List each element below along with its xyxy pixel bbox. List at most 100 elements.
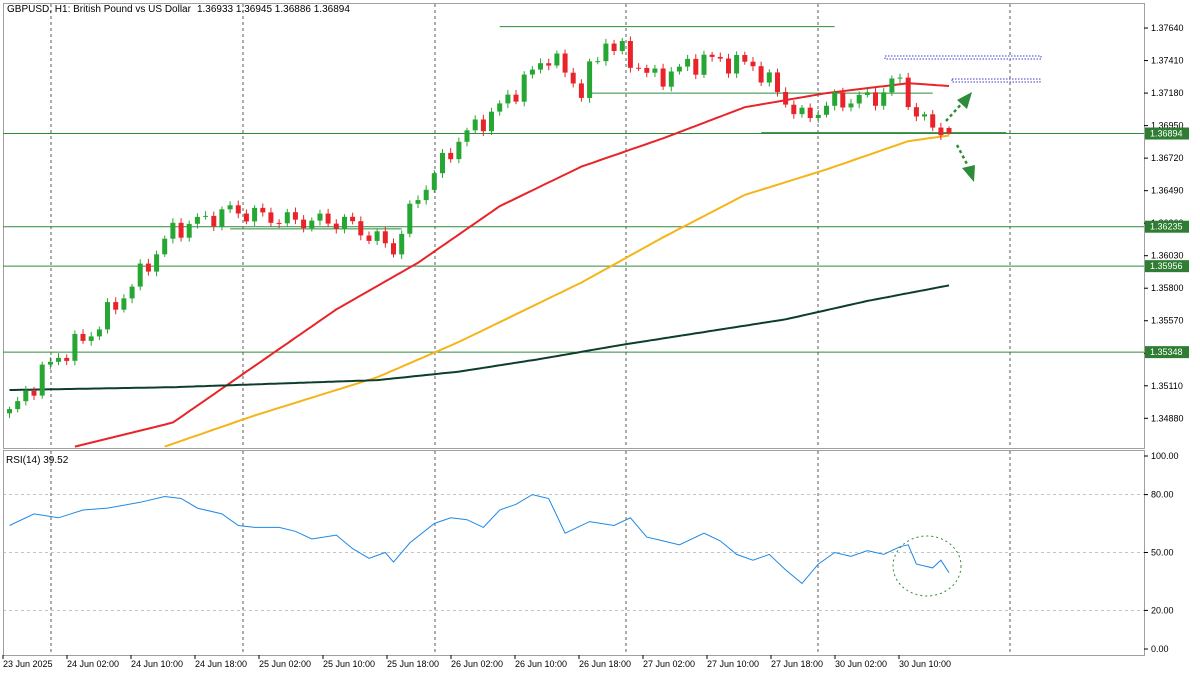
price-tick-label: 1.37640 <box>1151 23 1184 33</box>
candle-body <box>840 92 846 108</box>
candle-body <box>913 107 919 117</box>
chart-header-symbol: GBPUSD, H1: British Pound vs US Dollar 1.… <box>7 4 350 15</box>
candle-body <box>350 216 356 222</box>
candle-body <box>374 231 380 241</box>
candle-body <box>758 66 764 83</box>
candle-body <box>211 215 217 227</box>
candle-body <box>627 41 633 68</box>
candle-body <box>276 222 282 224</box>
time-tick-label: 24 Jun 18:00 <box>195 659 247 669</box>
candle-body <box>431 173 437 190</box>
rsi-tick-label: 20.00 <box>1151 605 1174 615</box>
candle-body <box>775 72 780 93</box>
candle-body <box>881 92 887 106</box>
candle-body <box>864 92 870 95</box>
candle-body <box>685 58 691 67</box>
rsi-axis: 100.00 80.00 50.00 20.00 0.00 <box>1144 451 1179 654</box>
candle-body <box>595 61 601 63</box>
candle-body <box>227 205 233 210</box>
candle-body <box>31 390 37 396</box>
candle-body <box>96 329 102 337</box>
candle-body <box>497 103 503 112</box>
candle-body <box>15 401 21 410</box>
candle-body <box>693 58 699 75</box>
time-tick-label: 30 Jun 02:00 <box>835 659 887 669</box>
time-tick-label: 27 Jun 02:00 <box>643 659 695 669</box>
candle-body <box>113 302 119 310</box>
rsi-tick-label: 100.00 <box>1151 451 1179 461</box>
time-tick-label: 26 Jun 18:00 <box>579 659 631 669</box>
candle-body <box>676 66 682 72</box>
candle-body <box>815 114 821 118</box>
candle-body <box>366 235 372 241</box>
price-tag-label: 1.36894 <box>1150 129 1183 139</box>
candle-body <box>47 361 53 365</box>
candle-body <box>742 55 748 62</box>
candle-body <box>423 189 429 201</box>
candle-body <box>726 58 731 74</box>
rsi-panel-frame <box>3 450 1145 656</box>
candle-body <box>889 78 895 93</box>
candle-body <box>268 212 274 223</box>
candle-body <box>72 334 78 361</box>
candle-body <box>824 105 829 115</box>
candle-body <box>170 222 176 239</box>
candle-body <box>464 130 470 142</box>
candle-body <box>538 63 543 70</box>
candle-body <box>162 238 168 255</box>
candle-body <box>480 119 486 132</box>
candle-body <box>186 223 192 238</box>
price-tick-label: 1.35800 <box>1151 283 1184 293</box>
candle-body <box>333 223 339 229</box>
candle-body <box>873 92 878 106</box>
candle-body <box>619 41 625 51</box>
time-tick-label: 24 Jun 02:00 <box>67 659 119 669</box>
candle-body <box>652 68 658 73</box>
resistance-zone-upper[interactable] <box>884 55 1042 60</box>
candle-body <box>807 107 813 118</box>
candle-body <box>301 219 307 229</box>
candle-body <box>121 298 127 310</box>
candle-body <box>358 221 364 236</box>
candle-body <box>317 213 323 221</box>
candle-body <box>766 72 772 83</box>
candle-body <box>88 336 94 341</box>
candle-body <box>717 56 723 59</box>
price-chart[interactable]: 1.376401.374101.371801.369501.367201.364… <box>0 0 1200 675</box>
price-tag-label: 1.36235 <box>1150 222 1183 232</box>
resistance-zone-lower[interactable] <box>951 78 1041 83</box>
candle-body <box>644 68 650 73</box>
candle-body <box>734 55 740 74</box>
candle-body <box>922 114 927 117</box>
candle-body <box>235 205 241 214</box>
candle-body <box>448 152 454 160</box>
candle-body <box>399 233 405 255</box>
candle-body <box>391 243 396 255</box>
candle-body <box>521 74 527 102</box>
candle-body <box>137 263 143 287</box>
candle-body <box>709 54 715 57</box>
candle-body <box>905 77 911 108</box>
candle-body <box>178 222 184 238</box>
candle-body <box>562 53 568 73</box>
price-tag-label: 1.35348 <box>1150 347 1183 357</box>
candle-body <box>440 152 445 174</box>
candle-body <box>129 286 135 299</box>
price-tick-label: 1.35570 <box>1151 316 1184 326</box>
candle-body <box>203 215 209 217</box>
candle-body <box>56 357 61 362</box>
candle-body <box>660 68 666 87</box>
candle-body <box>219 209 225 227</box>
candle-body <box>783 92 789 105</box>
candle-body <box>456 141 462 160</box>
candle-body <box>938 127 944 136</box>
candle-body <box>154 254 160 272</box>
time-tick-label: 23 Jun 2025 <box>3 659 53 669</box>
candle-body <box>587 61 593 98</box>
candle-body <box>284 212 290 224</box>
rsi-header-label: RSI(14) 39.52 <box>6 455 69 466</box>
candle-body <box>243 213 249 222</box>
candle-body <box>570 72 576 84</box>
candle-body <box>342 216 347 229</box>
time-tick-label: 30 Jun 10:00 <box>899 659 951 669</box>
